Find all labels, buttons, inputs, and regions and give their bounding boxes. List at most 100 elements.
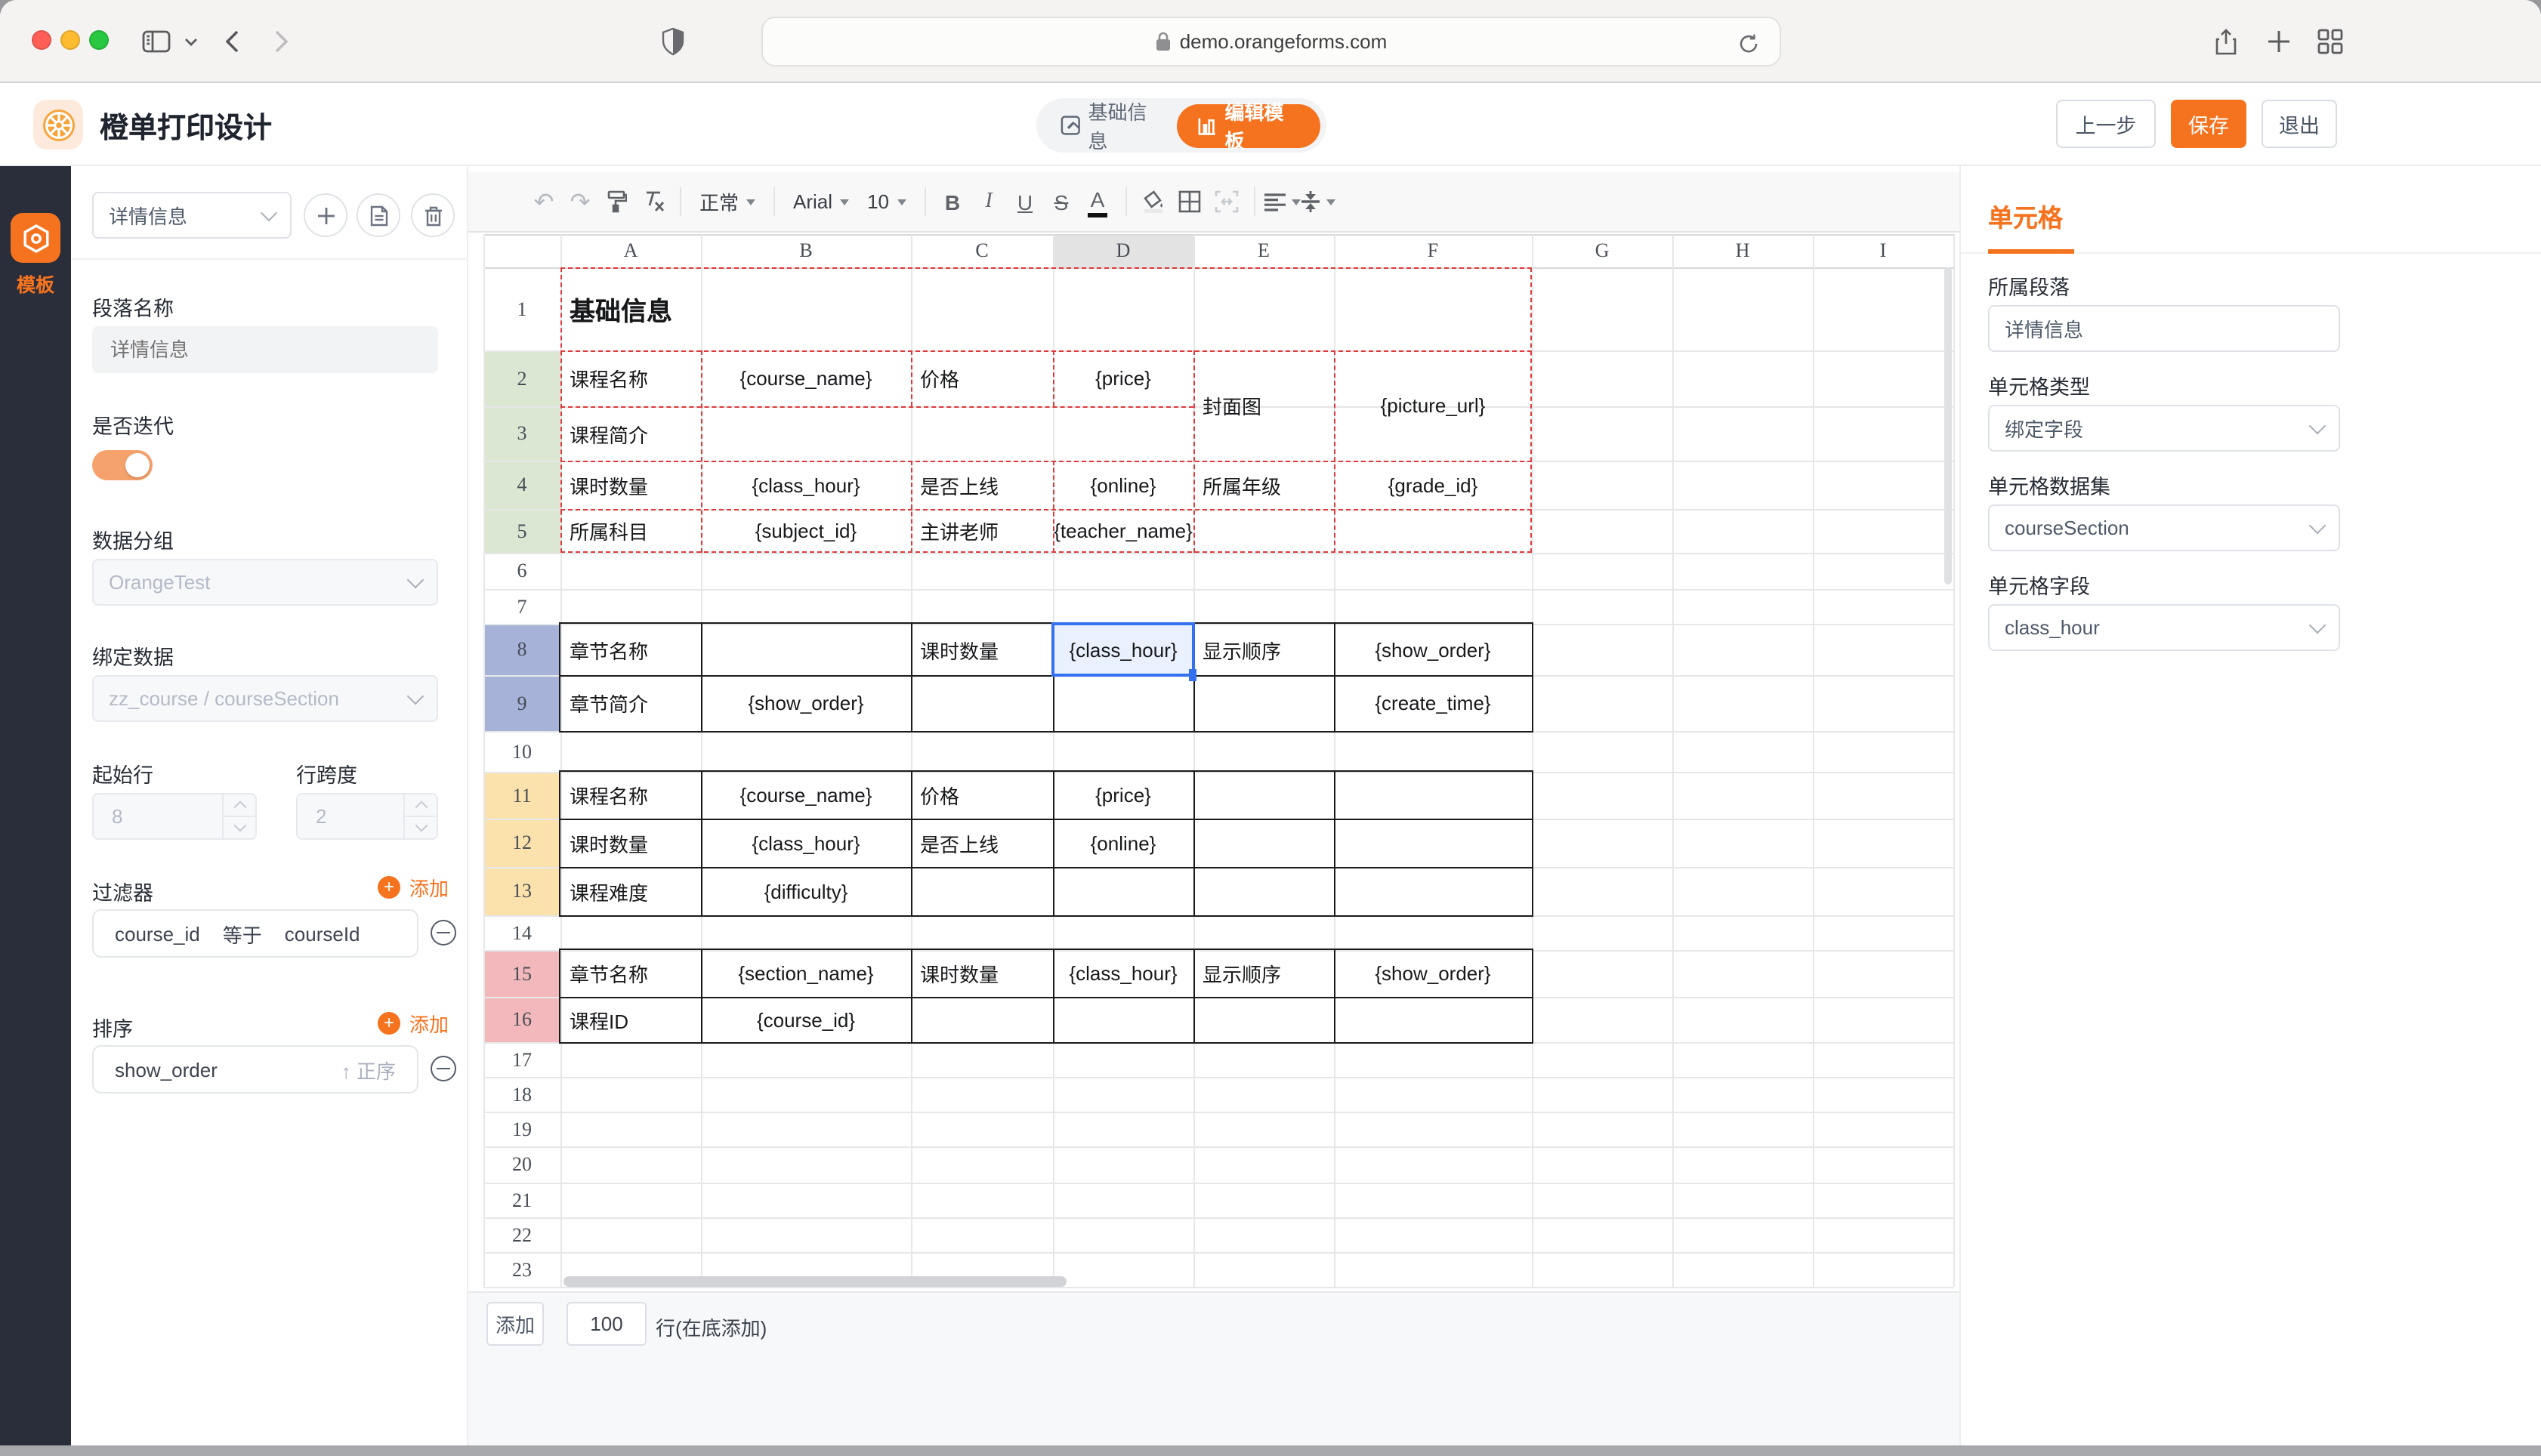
sheet-decoration xyxy=(911,624,912,731)
add-rows-count-input[interactable] xyxy=(567,1302,647,1346)
horizontal-scrollbar[interactable] xyxy=(563,1276,1067,1287)
row-header-6[interactable]: 6 xyxy=(483,553,560,589)
cell-type-select[interactable]: 绑定字段 xyxy=(1988,405,2340,452)
sheet-decoration xyxy=(483,1183,1953,1184)
column-header-C[interactable]: C xyxy=(911,234,1053,267)
cell-dataset-select[interactable]: courseSection xyxy=(1988,504,2340,551)
panel-title: 单元格 xyxy=(1988,198,2063,234)
paragraph-field-input[interactable]: 详情信息 xyxy=(1988,305,2340,352)
row-header-18[interactable]: 18 xyxy=(483,1077,560,1112)
window-bottom-edge xyxy=(0,1445,2541,1456)
row-header-3[interactable]: 3 xyxy=(483,406,560,461)
chevron-down-icon xyxy=(2309,616,2326,634)
row-header-17[interactable]: 17 xyxy=(483,1042,560,1077)
sheet-decoration xyxy=(1334,624,1335,731)
chevron-down-icon xyxy=(2309,517,2326,534)
row-header-14[interactable]: 14 xyxy=(483,915,560,950)
sheet-decoration xyxy=(483,234,485,1287)
column-header-B[interactable]: B xyxy=(701,234,911,267)
section-solid-outline xyxy=(559,949,1533,1044)
row-header-15[interactable]: 15 xyxy=(483,950,560,997)
vertical-scrollbar[interactable] xyxy=(1944,267,1952,585)
sheet-decoration xyxy=(701,772,702,915)
sheet-decoration xyxy=(1532,234,1533,1287)
paragraph-field-label: 所属段落 xyxy=(1988,270,2070,301)
sheet-decoration xyxy=(1334,772,1335,915)
column-header-E[interactable]: E xyxy=(1193,234,1334,267)
sheet-decoration xyxy=(1953,234,1955,1287)
sheet-decoration xyxy=(560,867,1532,868)
sheet-cell-selected[interactable]: {class_hour} xyxy=(1053,624,1193,675)
sheet-decoration xyxy=(560,675,1532,677)
sheet-decoration xyxy=(483,1077,1953,1078)
column-header-D[interactable]: D xyxy=(1053,234,1193,267)
sheet-decoration xyxy=(1193,950,1195,1042)
row-header-2[interactable]: 2 xyxy=(483,350,560,406)
row-header-16[interactable]: 16 xyxy=(483,997,560,1042)
sheet-decoration xyxy=(1334,950,1335,1042)
row-header-12[interactable]: 12 xyxy=(483,819,560,867)
sheet-decoration xyxy=(483,589,1953,591)
row-header-11[interactable]: 11 xyxy=(483,772,560,819)
row-header-23[interactable]: 23 xyxy=(483,1252,560,1287)
sheet-decoration xyxy=(560,997,1532,998)
sheet-footer: 添加 行(在底添加) xyxy=(468,1291,1959,1445)
section-solid-outline xyxy=(559,770,1533,917)
sheet-decoration xyxy=(701,624,702,731)
row-header-7[interactable]: 7 xyxy=(483,589,560,624)
row-header-10[interactable]: 10 xyxy=(483,731,560,772)
sheet-decoration xyxy=(911,350,912,406)
sheet-decoration xyxy=(483,1287,1953,1288)
row-header-8[interactable]: 8 xyxy=(483,624,560,675)
sheet-decoration xyxy=(911,772,912,915)
sheet-decoration xyxy=(1193,350,1195,553)
column-header-A[interactable]: A xyxy=(560,234,701,267)
row-header-1[interactable]: 1 xyxy=(483,267,560,350)
sheet-decoration xyxy=(483,1252,1953,1254)
cell-field-label: 单元格字段 xyxy=(1988,569,2090,600)
browser-window: demo.orangeforms.com 橙单打印设计 基础信息 编辑模板 xyxy=(0,0,2541,1456)
row-header-9[interactable]: 9 xyxy=(483,675,560,731)
sheet-decoration xyxy=(483,1112,1953,1113)
row-header-22[interactable]: 22 xyxy=(483,1217,560,1252)
sheet-decoration xyxy=(560,819,1532,820)
row-header-13[interactable]: 13 xyxy=(483,867,560,915)
column-header-F[interactable]: F xyxy=(1334,234,1532,267)
cell-dataset-label: 单元格数据集 xyxy=(1988,470,2110,500)
sheet-decoration xyxy=(911,950,912,1042)
row-header-20[interactable]: 20 xyxy=(483,1146,560,1183)
sheet-decoration xyxy=(1813,234,1814,1287)
sheet-decoration xyxy=(560,509,1532,511)
sheet-decoration xyxy=(1053,950,1054,1042)
sheet-decoration xyxy=(1193,772,1195,915)
sheet-decoration xyxy=(560,350,1532,352)
sheet-decoration xyxy=(701,350,702,553)
cell-type-label: 单元格类型 xyxy=(1988,370,2090,400)
row-header-4[interactable]: 4 xyxy=(483,461,560,509)
sheet-decoration xyxy=(911,461,912,553)
sheet-decoration xyxy=(483,553,1953,554)
sheet-decoration xyxy=(483,1146,1953,1148)
fill-handle[interactable] xyxy=(1189,669,1196,681)
sheet-decoration xyxy=(1053,461,1054,553)
row-header-5[interactable]: 5 xyxy=(483,509,560,553)
sheet-decoration xyxy=(701,950,702,1042)
row-header-21[interactable]: 21 xyxy=(483,1183,560,1217)
add-rows-button[interactable]: 添加 xyxy=(486,1302,544,1346)
section-solid-outline xyxy=(559,622,1533,733)
sheet-corner[interactable] xyxy=(483,234,560,267)
add-rows-suffix: 行(在底添加) xyxy=(656,1313,767,1341)
sheet-decoration xyxy=(1053,350,1054,406)
column-header-H[interactable]: H xyxy=(1672,234,1813,267)
cell-properties-panel: 单元格 所属段落 详情信息 单元格类型 绑定字段 单元格数据集 courseSe… xyxy=(1959,166,2541,1445)
column-header-I[interactable]: I xyxy=(1813,234,1953,267)
sheet-decoration xyxy=(1672,234,1674,1287)
sheet-decoration xyxy=(483,234,1953,236)
sheet-decoration xyxy=(1053,772,1054,915)
sheet-decoration xyxy=(483,1217,1953,1219)
row-header-19[interactable]: 19 xyxy=(483,1112,560,1146)
cell-field-select[interactable]: class_hour xyxy=(1988,604,2340,651)
column-header-G[interactable]: G xyxy=(1532,234,1672,267)
sheet-decoration xyxy=(560,406,1193,408)
active-tab-indicator xyxy=(1988,249,2074,254)
